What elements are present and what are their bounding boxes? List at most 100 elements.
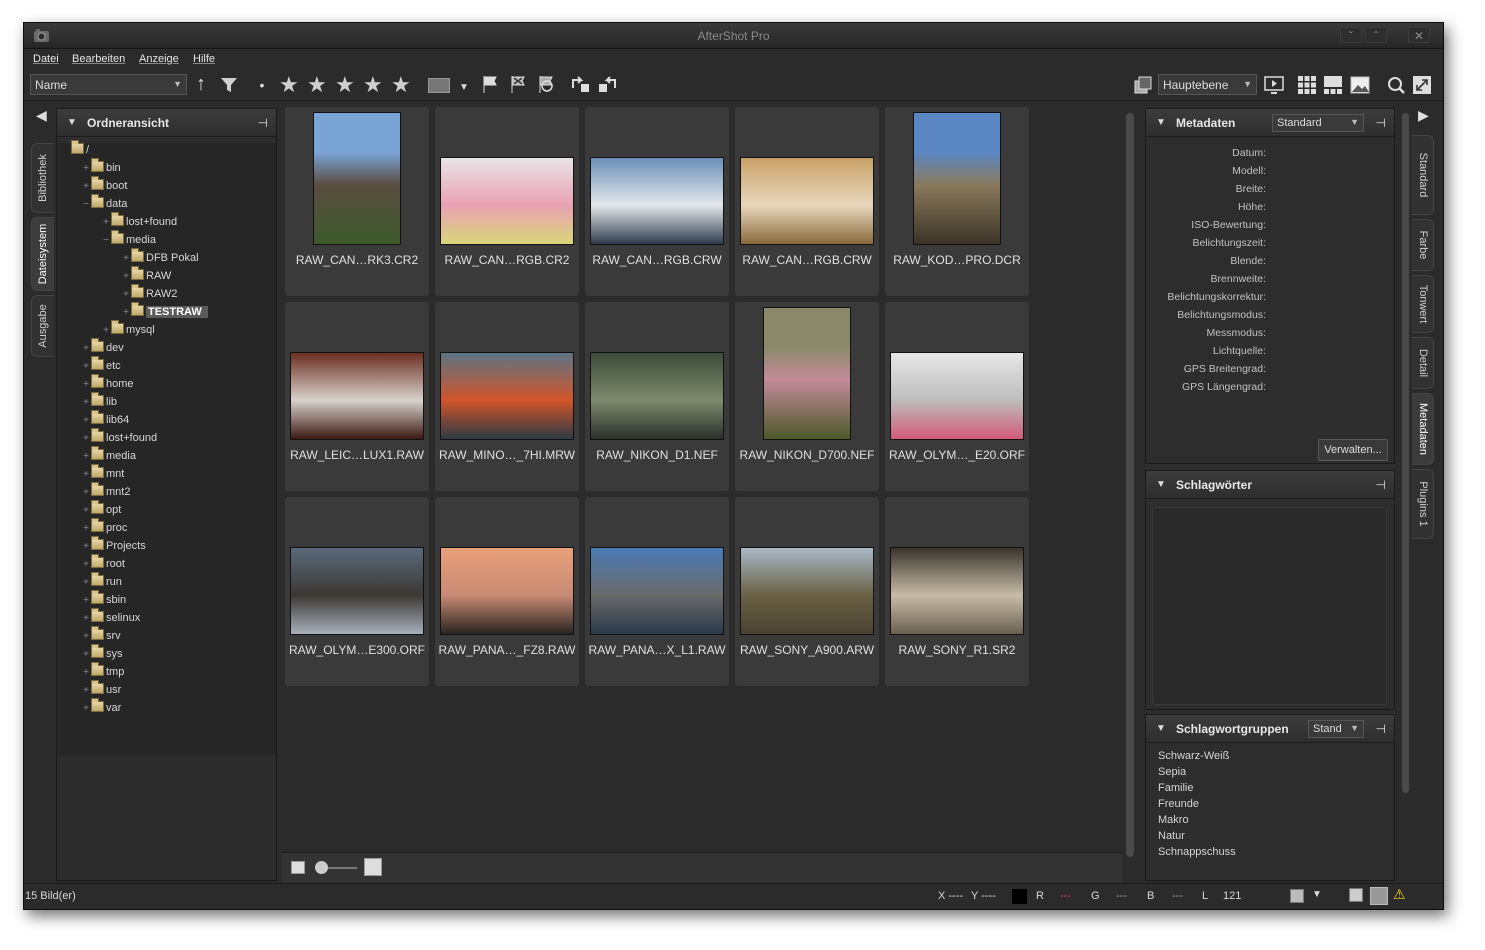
- thumbnail-card[interactable]: RAW_MINO…_7HI.MRW: [435, 302, 579, 491]
- tree-expand-icon[interactable]: +: [81, 160, 91, 178]
- tree-item[interactable]: + Projects: [81, 536, 146, 555]
- menu-anzeige[interactable]: Anzeige: [139, 53, 179, 65]
- tree-item[interactable]: + mnt2: [81, 482, 130, 502]
- keyword-group-item[interactable]: Familie: [1158, 782, 1193, 794]
- rating-clear-dot-icon[interactable]: •: [256, 75, 268, 95]
- tree-expand-icon[interactable]: +: [81, 502, 91, 520]
- metadata-preset-select[interactable]: Standard: [1272, 114, 1364, 132]
- star-3-icon[interactable]: ★: [335, 74, 355, 96]
- color-label-icon[interactable]: [428, 78, 450, 93]
- keyword-group-item[interactable]: Natur: [1158, 830, 1185, 842]
- thumbnail-card[interactable]: RAW_CAN…RGB.CRW: [585, 107, 729, 296]
- fullscreen-icon[interactable]: [1411, 75, 1433, 99]
- tree-expand-icon[interactable]: +: [81, 484, 91, 502]
- tree-expand-icon[interactable]: +: [121, 268, 131, 286]
- collapse-triangle-icon[interactable]: ▼: [1156, 117, 1166, 128]
- thumbnail-image[interactable]: [290, 352, 424, 440]
- thumbnail-card[interactable]: RAW_NIKON_D700.NEF: [735, 302, 879, 491]
- tree-item[interactable]: + srv: [81, 626, 121, 646]
- tree-expand-icon[interactable]: +: [81, 628, 91, 646]
- tree-expand-icon[interactable]: +: [81, 394, 91, 412]
- thumbnail-card[interactable]: RAW_OLYM…_E20.ORF: [885, 302, 1029, 491]
- tab-detail[interactable]: Detail: [1412, 337, 1434, 389]
- tree-item[interactable]: + mnt: [81, 464, 124, 483]
- collapse-triangle-icon[interactable]: ▼: [67, 117, 77, 128]
- tree-expand-icon[interactable]: +: [81, 448, 91, 466]
- flag-reject-icon[interactable]: [508, 74, 530, 98]
- zoom-icon[interactable]: [1385, 75, 1407, 99]
- thumbnail-scrollbar[interactable]: [1124, 105, 1136, 865]
- star-2-icon[interactable]: ★: [307, 74, 327, 96]
- keyword-group-item[interactable]: Makro: [1158, 814, 1189, 826]
- close-icon[interactable]: ✕: [1408, 27, 1430, 43]
- tree-item[interactable]: + TESTRAW: [121, 302, 208, 322]
- thumbnail-image[interactable]: [440, 352, 574, 440]
- thumbnail-image[interactable]: [590, 352, 724, 440]
- tree-expand-icon[interactable]: +: [81, 376, 91, 394]
- tree-item[interactable]: + bin: [81, 158, 121, 178]
- tree-item[interactable]: + selinux: [81, 608, 140, 628]
- keyword-group-item[interactable]: Freunde: [1158, 798, 1199, 810]
- layer-select[interactable]: Hauptebene: [1158, 74, 1257, 95]
- tree-expand-icon[interactable]: −: [101, 232, 111, 250]
- single-view-icon[interactable]: [1349, 75, 1371, 99]
- tree-expand-icon[interactable]: +: [81, 610, 91, 628]
- thumbnail-card[interactable]: RAW_SONY_R1.SR2: [885, 497, 1029, 686]
- slider-handle[interactable]: [315, 861, 328, 874]
- manage-button[interactable]: Verwalten...: [1318, 439, 1388, 461]
- grid-view-icon[interactable]: [1296, 75, 1318, 99]
- tree-item[interactable]: + RAW: [121, 266, 171, 286]
- tab-metadaten[interactable]: Metadaten: [1412, 393, 1434, 465]
- tree-item[interactable]: + var: [81, 698, 121, 717]
- tree-item[interactable]: + mysql: [101, 320, 155, 340]
- tree-item[interactable]: + DFB Pokal: [121, 248, 199, 268]
- thumbnail-card[interactable]: RAW_NIKON_D1.NEF: [585, 302, 729, 491]
- menu-hilfe[interactable]: Hilfe: [193, 53, 215, 65]
- tree-item[interactable]: + home: [81, 374, 134, 394]
- tree-expand-icon[interactable]: +: [101, 322, 111, 340]
- tree-expand-icon[interactable]: +: [81, 178, 91, 196]
- tree-expand-icon[interactable]: +: [121, 304, 131, 322]
- star-4-icon[interactable]: ★: [363, 74, 383, 96]
- flag-clear-icon[interactable]: [536, 74, 558, 98]
- tree-item[interactable]: + sbin: [81, 590, 126, 609]
- pin-icon[interactable]: ⊣: [1376, 722, 1386, 736]
- thumbnail-card[interactable]: RAW_PANA…X_L1.RAW: [585, 497, 729, 686]
- tree-expand-icon[interactable]: +: [81, 340, 91, 358]
- collapse-right-icon[interactable]: ▶: [1418, 107, 1429, 124]
- tree-expand-icon[interactable]: +: [81, 646, 91, 664]
- thumbnail-image[interactable]: [763, 307, 851, 440]
- menu-bearbeiten[interactable]: Bearbeiten: [72, 53, 125, 65]
- small-thumbnail-icon[interactable]: [291, 861, 305, 874]
- tree-item[interactable]: + sys: [81, 644, 123, 664]
- tree-expand-icon[interactable]: +: [81, 520, 91, 538]
- thumbnail-image[interactable]: [740, 547, 874, 635]
- tree-item[interactable]: + root: [81, 554, 125, 574]
- thumbnail-image[interactable]: [290, 547, 424, 635]
- thumbnail-image[interactable]: [590, 547, 724, 635]
- star-5-icon[interactable]: ★: [391, 74, 411, 96]
- filter-icon[interactable]: [218, 75, 240, 99]
- tree-item[interactable]: + boot: [81, 176, 127, 196]
- status-dropdown-icon[interactable]: ▼: [1312, 889, 1322, 900]
- tree-item[interactable]: + etc: [81, 356, 121, 375]
- tree-item[interactable]: + lib64: [81, 410, 129, 429]
- tree-expand-icon[interactable]: +: [121, 250, 131, 268]
- sort-ascending-icon[interactable]: ↑: [192, 74, 210, 94]
- thumbnail-card[interactable]: RAW_PANA…_FZ8.RAW: [435, 497, 579, 686]
- thumbnail-card[interactable]: RAW_SONY_A900.ARW: [735, 497, 879, 686]
- view-mode-icon[interactable]: [1349, 888, 1363, 902]
- right-panel-scrollbar[interactable]: [1401, 113, 1411, 883]
- collapse-triangle-icon[interactable]: ▼: [1156, 479, 1166, 490]
- flag-pick-icon[interactable]: [480, 74, 502, 98]
- menu-datei[interactable]: Datei: [33, 53, 59, 65]
- tree-expand-icon[interactable]: +: [81, 556, 91, 574]
- thumbnail-image[interactable]: [890, 547, 1024, 635]
- tab-tonwert[interactable]: Tonwert: [1412, 275, 1434, 333]
- thumbnail-image[interactable]: [440, 547, 574, 635]
- tab-standard[interactable]: Standard: [1412, 135, 1434, 215]
- layers-icon[interactable]: [1132, 75, 1154, 99]
- star-1-icon[interactable]: ★: [279, 74, 299, 96]
- keyword-group-item[interactable]: Schwarz-Weiß: [1158, 750, 1229, 762]
- thumbnail-card[interactable]: RAW_CAN…RK3.CR2: [285, 107, 429, 296]
